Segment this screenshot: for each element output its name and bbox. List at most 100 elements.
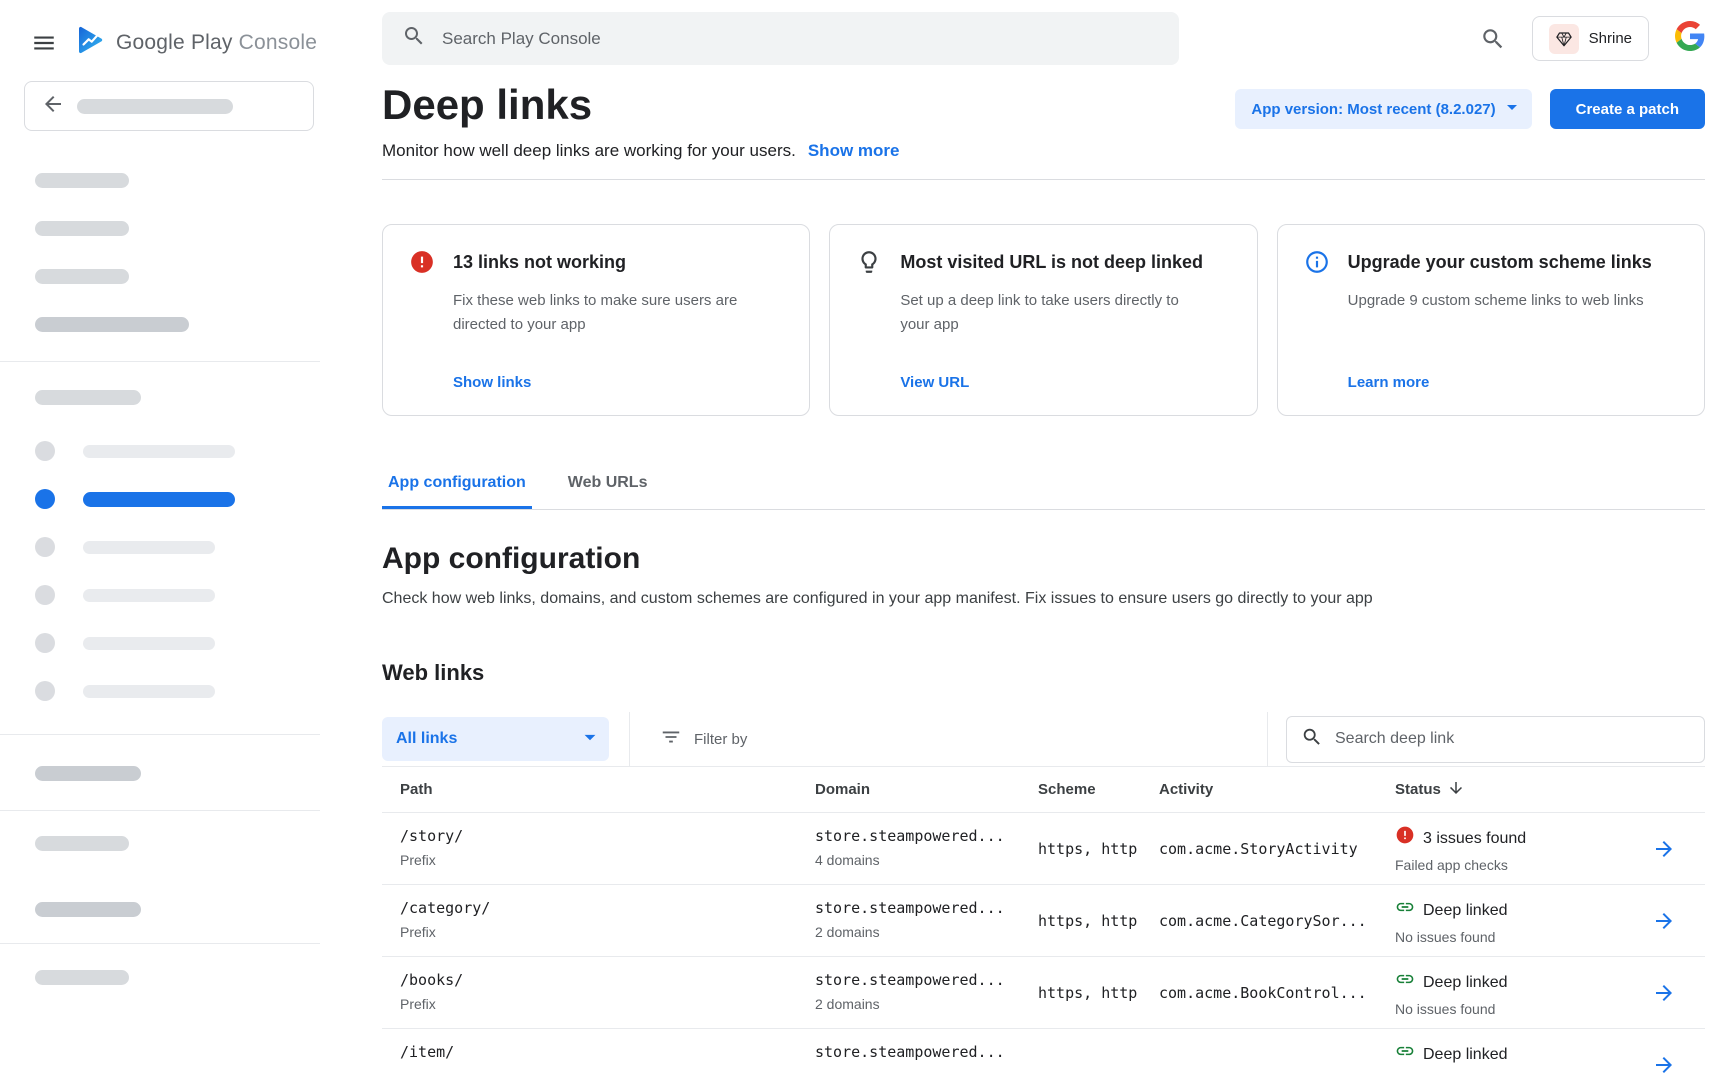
path-value: /story/ — [400, 825, 815, 847]
scheme-value: https, http — [1038, 910, 1159, 932]
skeleton-bar — [83, 541, 215, 554]
sidebar-nav-item[interactable] — [0, 571, 320, 619]
page-header: Deep links Monitor how well deep links a… — [382, 79, 1705, 161]
error-icon — [1395, 825, 1415, 852]
sort-descending-icon — [1447, 779, 1465, 801]
column-header-status[interactable]: Status — [1395, 779, 1652, 801]
divider — [0, 734, 320, 735]
sidebar-nav-item-active[interactable] — [0, 475, 320, 523]
domain-count: 2 domains — [815, 995, 1038, 1013]
table-row[interactable]: /category/ Prefix store.steampowered... … — [382, 885, 1705, 957]
status-value: 3 issues found — [1423, 828, 1526, 850]
error-icon — [409, 249, 435, 275]
create-patch-button[interactable]: Create a patch — [1550, 89, 1705, 129]
page-subtitle: Monitor how well deep links are working … — [382, 141, 796, 161]
play-console-logo[interactable]: Google Play Console — [74, 24, 317, 61]
row-forward-arrow-icon[interactable] — [1652, 1053, 1676, 1077]
global-search-icon[interactable] — [1480, 26, 1506, 52]
table-row[interactable]: /books/ Prefix store.steampowered... 2 d… — [382, 957, 1705, 1029]
column-header-activity: Activity — [1159, 781, 1395, 798]
learn-more-link[interactable]: Learn more — [1348, 374, 1678, 391]
divider — [0, 361, 320, 362]
skeleton-bar — [35, 221, 129, 236]
arrow-back-icon — [41, 92, 65, 121]
sidebar-nav-item[interactable] — [0, 523, 320, 571]
skeleton-bar — [83, 685, 215, 698]
skeleton-bar — [35, 317, 189, 332]
logo-text-secondary: Console — [239, 31, 317, 54]
skeleton-bar — [35, 269, 129, 284]
app-window: Google Play Console — [0, 0, 1728, 1080]
app-chip-label: Shrine — [1589, 30, 1632, 47]
status-value: Deep linked — [1423, 900, 1508, 922]
row-forward-arrow-icon[interactable] — [1652, 837, 1676, 861]
sidebar-header: Google Play Console — [0, 24, 320, 61]
view-url-link[interactable]: View URL — [900, 374, 1230, 391]
nav-item-icon — [35, 585, 55, 605]
activity-value: com.acme.CategorySor... — [1159, 910, 1395, 932]
logo-text: Google Play Console — [116, 31, 317, 55]
console-search-input[interactable] — [442, 29, 1159, 49]
domain-value: store.steampowered... — [815, 1041, 1038, 1063]
card-body: Set up a deep link to take users directl… — [900, 289, 1205, 337]
table-row[interactable]: /story/ Prefix store.steampowered... 4 d… — [382, 813, 1705, 885]
link-icon — [1395, 897, 1415, 924]
skeleton-bar — [35, 173, 129, 188]
path-type: Prefix — [400, 851, 815, 869]
skeleton-bar — [35, 390, 141, 405]
link-icon — [1395, 969, 1415, 996]
sidebar-nav-item[interactable] — [0, 667, 320, 715]
card-links-not-working: 13 links not working Fix these web links… — [382, 224, 810, 416]
sidebar-nav-list — [0, 427, 320, 715]
chevron-down-icon — [577, 724, 603, 755]
skeleton-bar — [83, 492, 235, 507]
search-icon — [402, 24, 426, 53]
skeleton-bar — [35, 902, 141, 917]
table-row[interactable]: /item/ store.steampowered... — [382, 1029, 1705, 1080]
skeleton-bar — [35, 836, 129, 851]
skeleton-bar — [83, 637, 215, 650]
activity-value: com.acme.BookControl... — [1159, 982, 1395, 1004]
app-version-label: App version: Most recent (8.2.027) — [1251, 101, 1495, 118]
column-header-domain: Domain — [815, 781, 1038, 798]
play-console-logo-icon — [74, 24, 106, 61]
filter-by-button[interactable]: Filter by — [660, 726, 747, 752]
insight-cards: 13 links not working Fix these web links… — [382, 224, 1705, 416]
path-value: /item/ — [400, 1041, 815, 1063]
status-detail: Failed app checks — [1395, 856, 1652, 874]
show-links-link[interactable]: Show links — [453, 374, 783, 391]
sidebar-nav-item[interactable] — [0, 619, 320, 667]
skeleton-bar — [83, 445, 235, 458]
domain-value: store.steampowered... — [815, 897, 1038, 919]
chevron-down-icon — [1500, 95, 1524, 123]
back-button[interactable] — [24, 81, 314, 131]
menu-icon[interactable] — [30, 29, 58, 57]
status-detail: No issues found — [1395, 928, 1652, 946]
row-forward-arrow-icon[interactable] — [1652, 981, 1676, 1005]
scheme-value: https, http — [1038, 982, 1159, 1004]
topbar-right: Shrine — [1480, 16, 1705, 61]
divider — [0, 810, 320, 811]
lightbulb-icon — [856, 249, 882, 275]
skeleton-bar — [77, 99, 233, 114]
console-search-bar — [382, 12, 1179, 65]
status-detail: No issues found — [1395, 1000, 1652, 1018]
domain-value: store.steampowered... — [815, 969, 1038, 991]
app-version-dropdown[interactable]: App version: Most recent (8.2.027) — [1235, 89, 1531, 129]
show-more-link[interactable]: Show more — [808, 141, 900, 161]
card-body: Upgrade 9 custom scheme links to web lin… — [1348, 289, 1653, 313]
row-forward-arrow-icon[interactable] — [1652, 909, 1676, 933]
sidebar-nav-item[interactable] — [0, 427, 320, 475]
filter-icon — [660, 726, 682, 752]
tab-web-urls[interactable]: Web URLs — [562, 460, 654, 509]
app-switcher-chip[interactable]: Shrine — [1532, 16, 1649, 61]
nav-item-icon — [35, 537, 55, 557]
scheme-value: https, http — [1038, 838, 1159, 860]
domain-count: 4 domains — [815, 851, 1038, 869]
card-title: Upgrade your custom scheme links — [1348, 249, 1678, 275]
deep-link-search-input[interactable] — [1335, 730, 1690, 748]
tab-app-configuration[interactable]: App configuration — [382, 460, 532, 509]
tab-bar: App configuration Web URLs — [382, 460, 1705, 510]
links-filter-dropdown[interactable]: All links — [382, 717, 609, 761]
skeleton-bar — [35, 970, 129, 985]
